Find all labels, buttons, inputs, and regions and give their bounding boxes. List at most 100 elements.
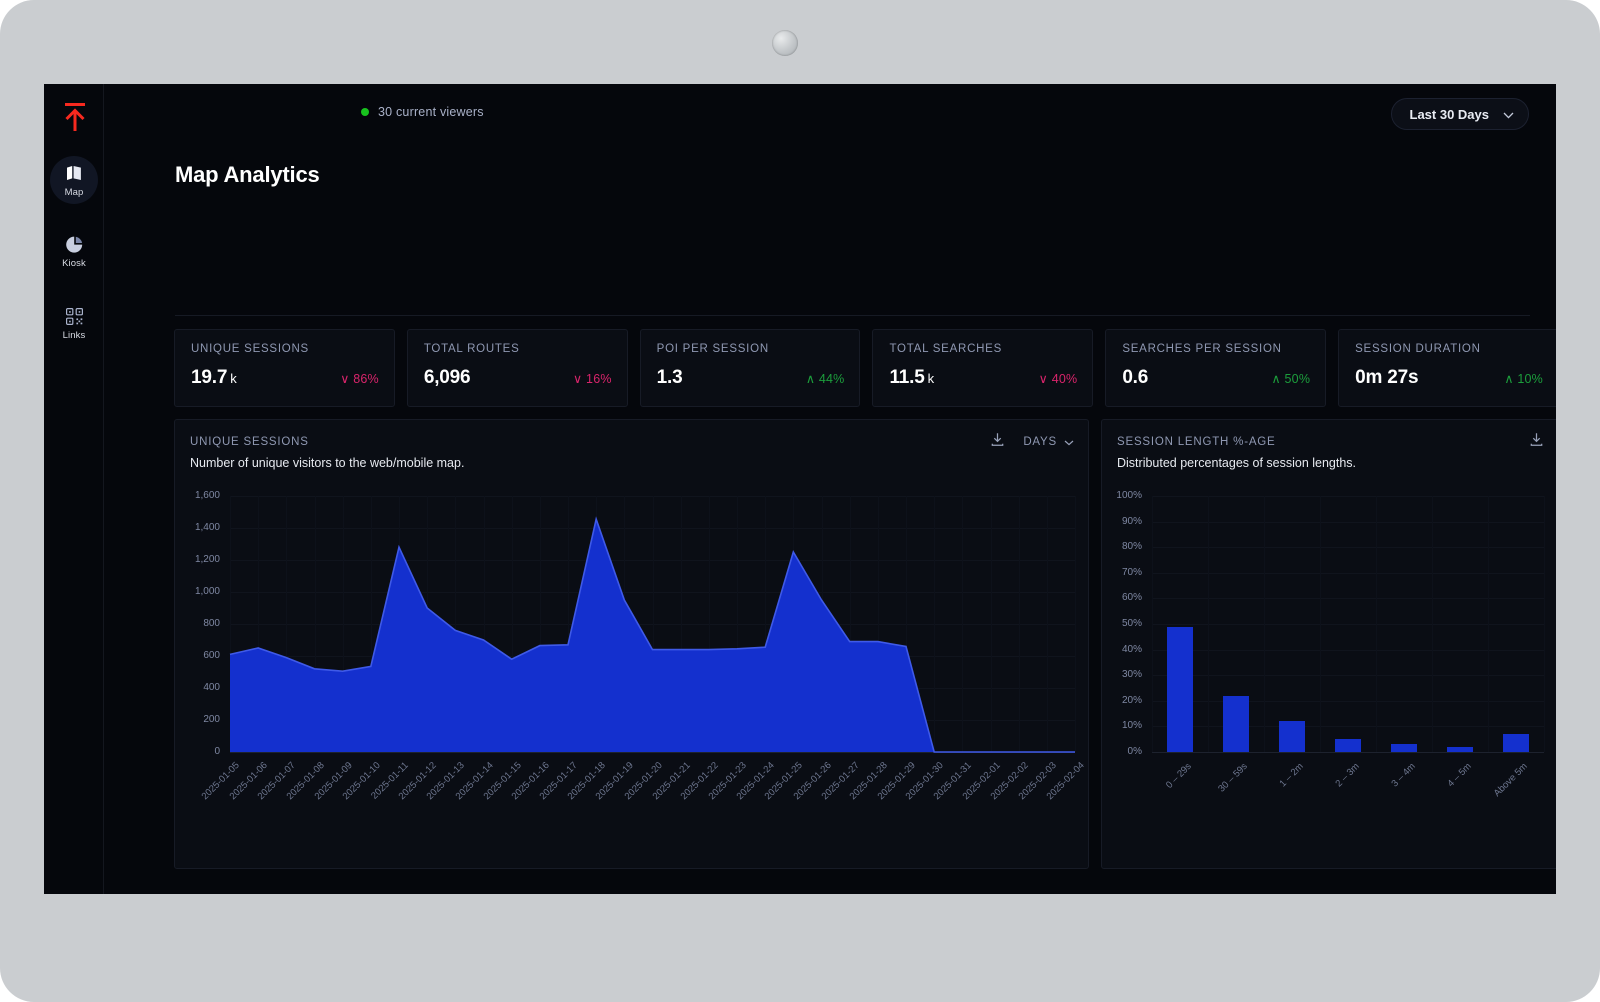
y-axis-tick-label: 90% — [1121, 515, 1142, 527]
panel-subtitle: Distributed percentages of session lengt… — [1117, 456, 1357, 470]
bar[interactable] — [1278, 721, 1306, 752]
y-axis-tick-label: 80% — [1121, 541, 1142, 553]
gridline — [1208, 496, 1209, 752]
bar[interactable] — [1334, 739, 1362, 752]
panel-title: UNIQUE SESSIONS — [190, 436, 309, 448]
kpi-row: UNIQUE SESSIONS 19.7 k ∨ 86% TOTAL ROUTES 6,0… — [174, 329, 1556, 407]
bar[interactable] — [1222, 695, 1250, 752]
sidebar-item-kiosk[interactable]: Kiosk — [44, 228, 104, 276]
area-chart: 0 200 400 600 800 1,000 1,200 1,400 1,600 2025-01… — [175, 478, 1088, 868]
y-axis-tick-label: 100% — [1116, 490, 1142, 501]
panel-subtitle: Number of unique visitors to the web/mob… — [190, 456, 465, 470]
gridline — [1152, 726, 1544, 728]
session-length-panel: SESSION LENGTH %-AGE Distributed percent… — [1101, 419, 1556, 869]
app-logo-icon[interactable] — [60, 100, 90, 134]
y-axis-tick-label: 40% — [1121, 643, 1142, 655]
kpi-delta-badge: ∨ 16% — [573, 372, 612, 386]
unique-sessions-panel: UNIQUE SESSIONS DAYS Number of unique vi… — [174, 419, 1089, 869]
status-dot-icon — [361, 108, 369, 116]
pie-chart-icon — [65, 235, 84, 259]
download-button[interactable] — [990, 432, 1005, 452]
kpi-label: TOTAL ROUTES — [423, 343, 520, 355]
kpi-delta-badge: ∨ 40% — [1038, 372, 1078, 386]
kpi-label: TOTAL SEARCHES — [889, 343, 1003, 355]
download-icon — [1529, 432, 1544, 452]
kpi-card: UNIQUE SESSIONS 19.7 k ∨ 86% — [174, 329, 395, 407]
qr-code-icon — [65, 307, 84, 331]
x-axis-tick-label: 3 – 4m — [1389, 761, 1418, 790]
kpi-value: 0m 27s — [1355, 367, 1419, 388]
kpi-delta-badge: ∨ 86% — [340, 372, 379, 386]
sidebar-item-links[interactable]: Links — [44, 300, 104, 348]
bar[interactable] — [1390, 744, 1418, 752]
gridline — [1152, 675, 1544, 677]
y-axis-tick-label: 70% — [1121, 566, 1142, 578]
date-range-label: Last 30 Days — [1409, 106, 1490, 122]
download-icon — [990, 432, 1005, 452]
kpi-card: SESSION DURATION 0m 27s ∧ 10% — [1338, 329, 1556, 407]
panel-header: UNIQUE SESSIONS DAYS — [190, 433, 1074, 451]
kpi-value: 19.7 — [191, 367, 228, 388]
kpi-unit: k — [230, 371, 237, 386]
x-axis-line — [1152, 752, 1544, 753]
granularity-label: DAYS — [1023, 436, 1057, 448]
gridline — [1488, 496, 1489, 752]
kpi-card: SEARCHES PER SESSION 0.6 ∧ 50% — [1105, 329, 1327, 407]
granularity-selector[interactable]: DAYS — [1023, 433, 1074, 451]
y-axis-tick-label: 10% — [1121, 720, 1142, 732]
kpi-card: POI PER SESSION 1.3 ∧ 44% — [639, 329, 861, 407]
gridline — [1152, 624, 1544, 625]
kpi-card: TOTAL SEARCHES 11.5 k ∨ 40% — [872, 329, 1094, 407]
x-axis-tick-label: Above 5m — [1491, 761, 1530, 800]
kpi-delta-badge: ∧ 10% — [1504, 372, 1543, 386]
gridline — [1432, 496, 1433, 752]
map-icon — [64, 163, 84, 188]
gridline — [1152, 496, 1544, 497]
kpi-label: SESSION DURATION — [1355, 343, 1481, 355]
kpi-label: UNIQUE SESSIONS — [191, 343, 309, 355]
kpi-value: 1.3 — [656, 367, 683, 388]
date-range-selector[interactable]: Last 30 Days — [1390, 98, 1529, 130]
y-axis-tick-label: 50% — [1121, 618, 1142, 629]
bar-chart: 0% 10% 20% 30% 40% 50% 60% 70% 80% 90% 100% 0 – 29s… — [1102, 478, 1556, 868]
kpi-unit: k — [927, 371, 935, 386]
page-title: Map Analytics — [175, 162, 320, 187]
webcam-icon — [772, 30, 798, 56]
gridline — [1152, 700, 1544, 702]
topbar: 30 current viewers Last 30 Days — [104, 84, 1556, 142]
gridline — [1320, 496, 1321, 752]
kpi-value: 0.6 — [1122, 367, 1149, 388]
sidebar-item-label: Links — [62, 330, 86, 341]
y-axis-tick-label: 30% — [1121, 669, 1142, 681]
kpi-delta-badge: ∧ 44% — [805, 372, 845, 386]
sidebar: Map Kiosk Links — [44, 84, 104, 894]
area-series — [229, 516, 1075, 753]
bar[interactable] — [1166, 626, 1194, 752]
kpi-value: 11.5 — [889, 367, 925, 388]
sidebar-item-label: Map — [64, 186, 84, 198]
x-axis-tick-label: 4 – 5m — [1445, 761, 1474, 790]
gridline — [1152, 572, 1544, 574]
kpi-body: 0m 27s ∧ 10% — [1355, 367, 1543, 389]
page-content: Map Analytics UNIQUE SESSIONS 19.7 k ∨ 86% T… — [104, 142, 1556, 894]
y-axis-tick-label: 0% — [1127, 746, 1142, 757]
panel-tools — [1529, 432, 1544, 452]
gridline — [1544, 496, 1545, 752]
y-axis-tick-label: 60% — [1121, 592, 1142, 604]
x-axis-tick-label: 0 – 29s — [1163, 761, 1194, 791]
sidebar-nav: Map Kiosk Links — [44, 156, 104, 372]
kpi-label: SEARCHES PER SESSION — [1122, 343, 1282, 355]
gridline — [1152, 496, 1153, 752]
gridline — [1152, 521, 1544, 523]
current-viewers-label: 30 current viewers — [378, 105, 484, 119]
download-button[interactable] — [1529, 432, 1544, 452]
device-frame: Map Kiosk Links 30 current viewers Last … — [0, 0, 1600, 1002]
gridline — [1152, 649, 1544, 651]
kpi-body: 11.5 k ∨ 40% — [889, 367, 1077, 389]
gridline — [1264, 496, 1265, 752]
kpi-body: 1.3 ∧ 44% — [657, 367, 845, 389]
bar[interactable] — [1502, 734, 1530, 752]
x-axis-tick-label: 1 – 2m — [1277, 761, 1306, 790]
sidebar-item-map[interactable]: Map — [44, 156, 104, 204]
gridline — [1152, 547, 1544, 549]
